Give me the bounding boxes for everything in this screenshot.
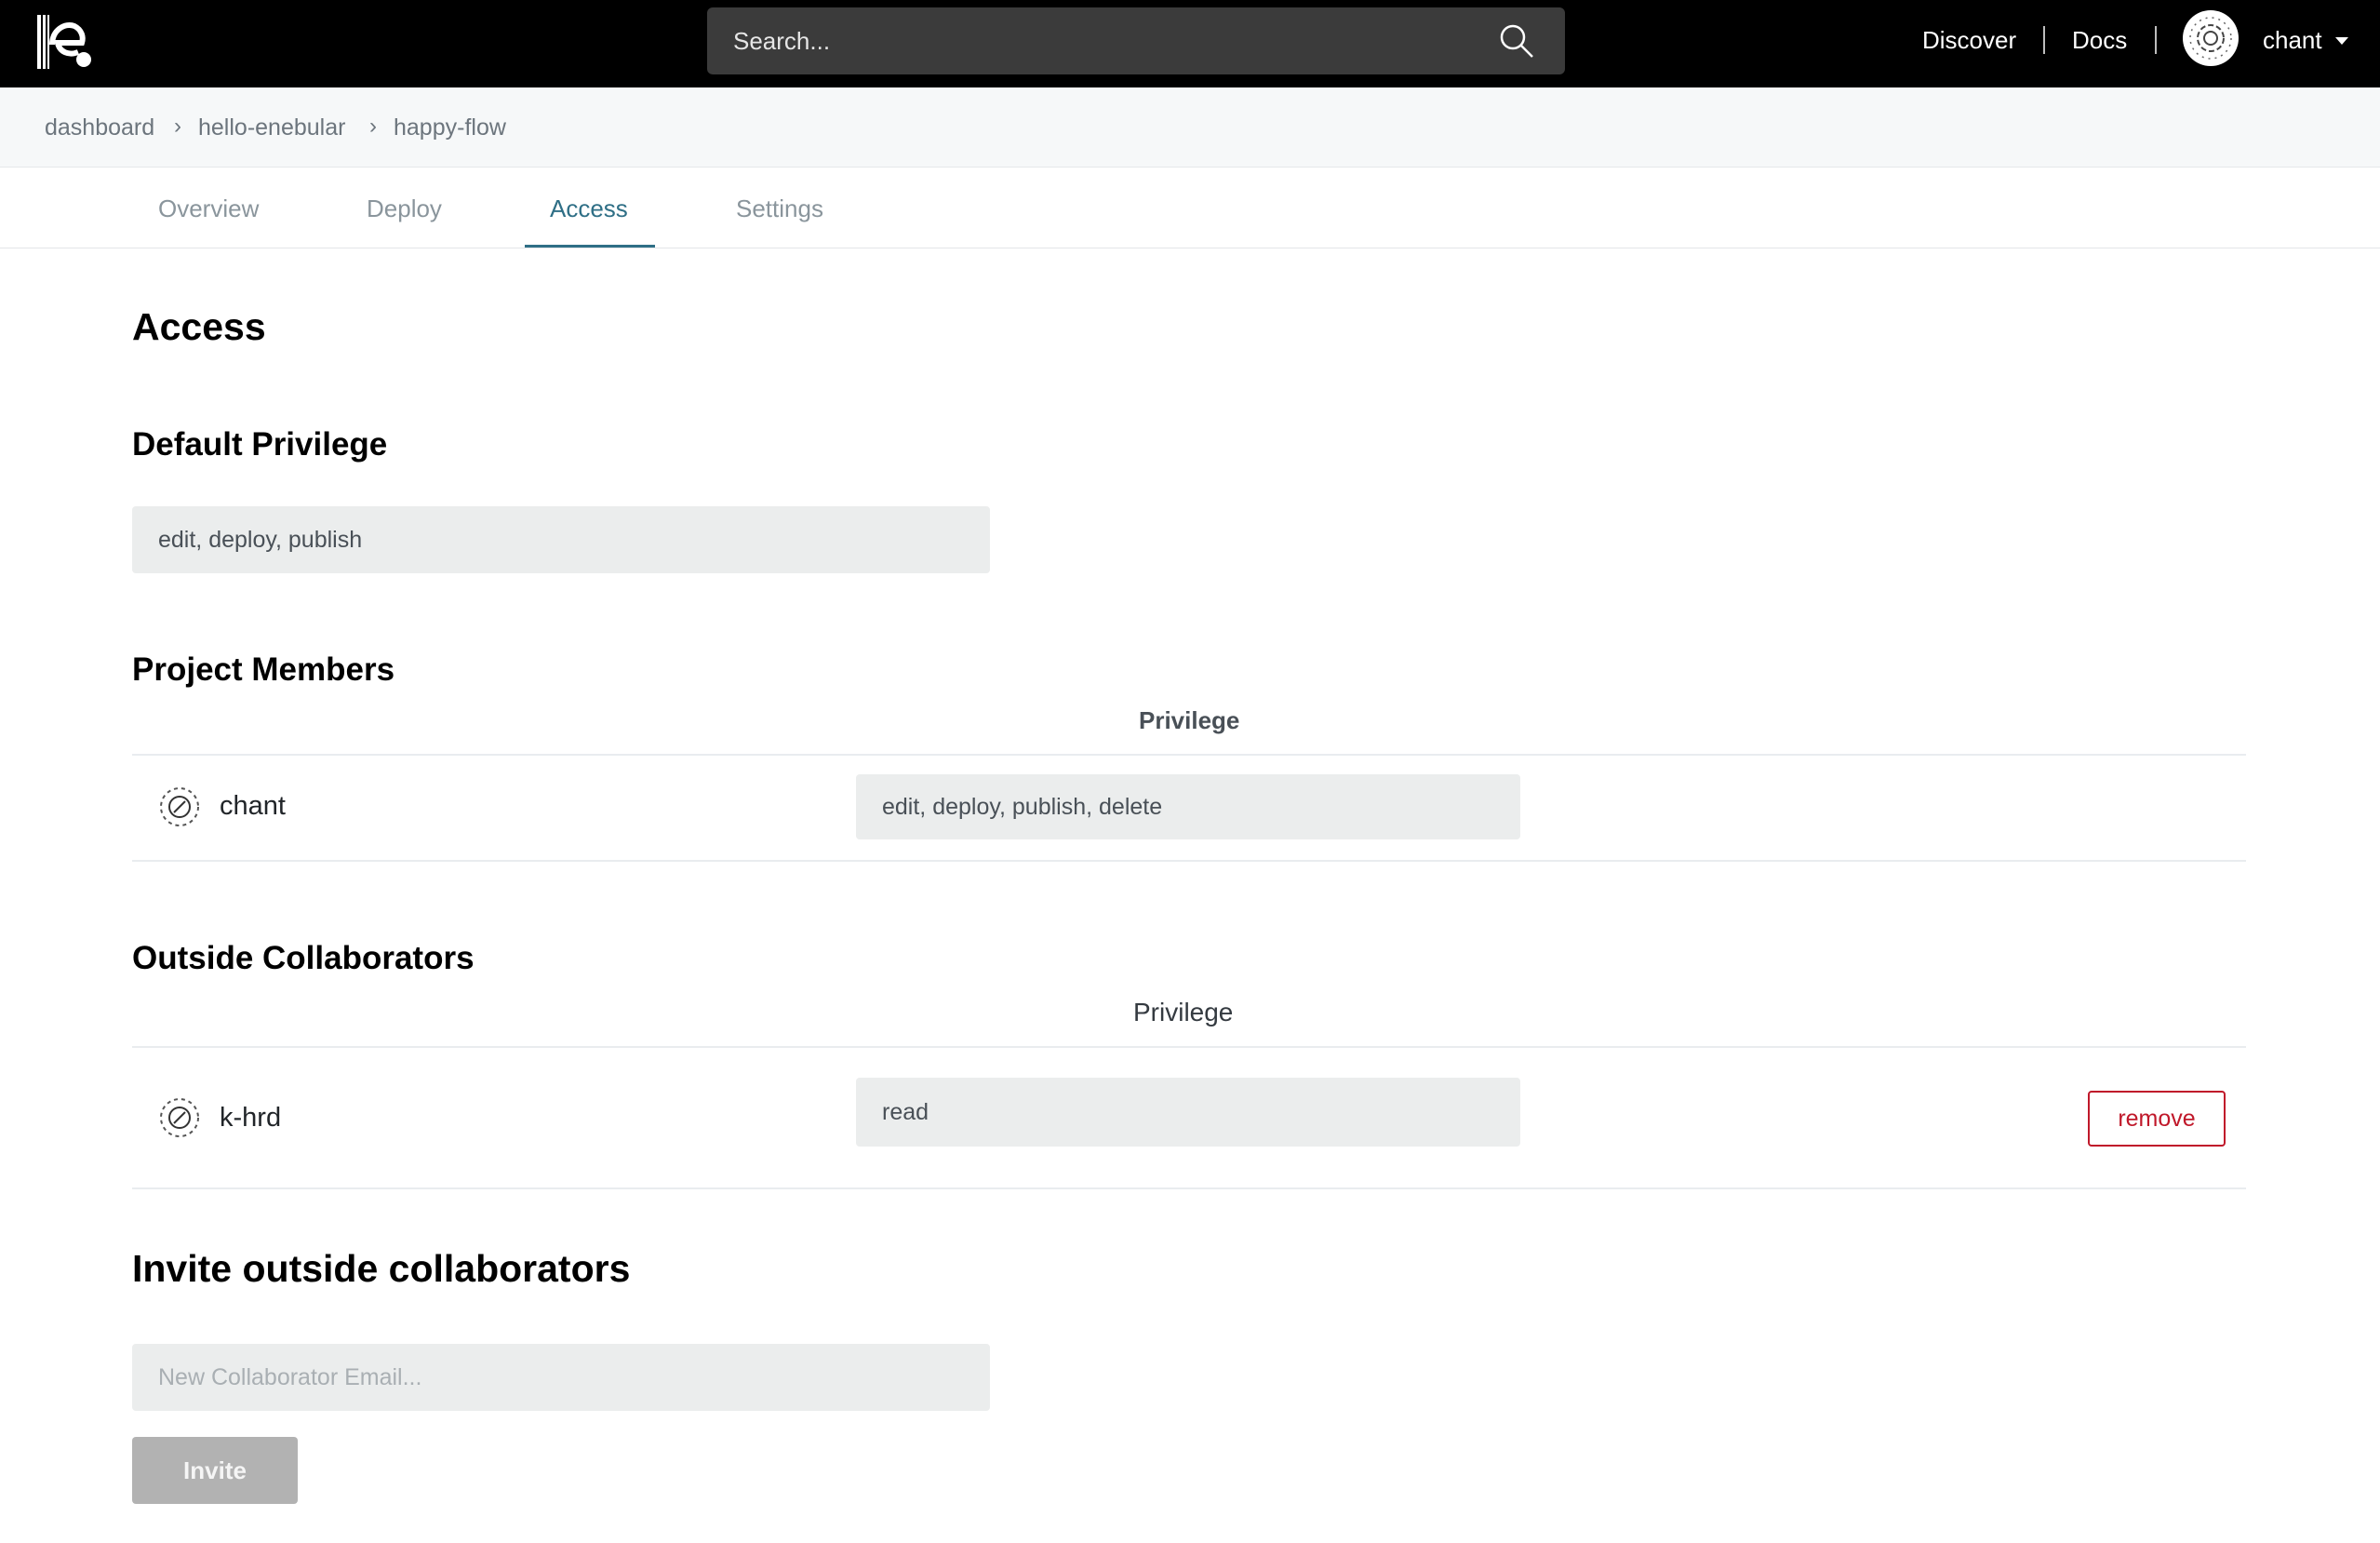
member-name: chant xyxy=(220,791,286,821)
nav-link-discover[interactable]: Discover xyxy=(1922,24,2016,56)
collaborator-email-input[interactable] xyxy=(132,1344,990,1411)
default-privilege-select[interactable]: edit, deploy, publish xyxy=(132,506,990,573)
default-privilege-value: edit, deploy, publish xyxy=(158,527,363,553)
breadcrumb-separator: › xyxy=(174,114,181,139)
tab-deploy[interactable]: Deploy xyxy=(367,194,442,223)
avatar-icon xyxy=(2189,17,2232,60)
nav-divider xyxy=(2043,26,2045,54)
breadcrumb-flow[interactable]: happy-flow xyxy=(394,114,506,141)
page-title: Access xyxy=(132,305,266,348)
divider xyxy=(132,1187,2246,1189)
enebular-logo-icon[interactable] xyxy=(33,9,99,74)
remove-collaborator-button[interactable]: remove xyxy=(2088,1091,2226,1147)
collaborator-name: k-hrd xyxy=(220,1103,282,1133)
project-members-heading: Project Members xyxy=(132,651,395,688)
tab-access[interactable]: Access xyxy=(550,194,628,223)
collaborator-privilege-select[interactable]: read xyxy=(856,1078,1520,1147)
nav-divider xyxy=(2155,26,2157,54)
tab-settings[interactable]: Settings xyxy=(736,194,823,223)
divider xyxy=(132,1046,2246,1048)
user-avatar[interactable] xyxy=(2183,10,2239,66)
chevron-down-icon[interactable] xyxy=(2335,37,2348,45)
breadcrumb-separator: › xyxy=(369,114,377,139)
search-input[interactable] xyxy=(707,7,1507,74)
search-box[interactable] xyxy=(707,7,1565,74)
invite-button[interactable]: Invite xyxy=(132,1437,298,1504)
divider xyxy=(132,754,2246,756)
member-privilege-select[interactable]: edit, deploy, publish, delete xyxy=(856,774,1520,839)
user-avatar-icon xyxy=(160,787,199,826)
nav-link-docs[interactable]: Docs xyxy=(2072,24,2127,56)
collaborators-privilege-column-header: Privilege xyxy=(1133,998,1234,1026)
user-avatar-icon xyxy=(160,1098,199,1137)
top-navbar: Discover Docs chant xyxy=(0,0,2380,87)
members-privilege-column-header: Privilege xyxy=(1139,706,1240,734)
tab-overview[interactable]: Overview xyxy=(158,194,259,223)
breadcrumb: dashboard › hello-enebular › happy-flow xyxy=(0,87,2380,168)
active-tab-indicator xyxy=(525,245,655,248)
search-icon[interactable] xyxy=(1498,22,1535,60)
collaborator-privilege-value: read xyxy=(882,1099,929,1125)
tab-bar: Overview Deploy Access Settings xyxy=(0,168,2380,248)
user-menu[interactable]: chant xyxy=(2263,24,2322,56)
member-privilege-value: edit, deploy, publish, delete xyxy=(882,794,1163,820)
breadcrumb-dashboard[interactable]: dashboard xyxy=(45,114,154,141)
breadcrumb-project[interactable]: hello-enebular xyxy=(198,114,345,141)
divider xyxy=(132,860,2246,862)
default-privilege-heading: Default Privilege xyxy=(132,426,388,463)
invite-heading: Invite outside collaborators xyxy=(132,1247,631,1290)
outside-collaborators-heading: Outside Collaborators xyxy=(132,940,475,976)
